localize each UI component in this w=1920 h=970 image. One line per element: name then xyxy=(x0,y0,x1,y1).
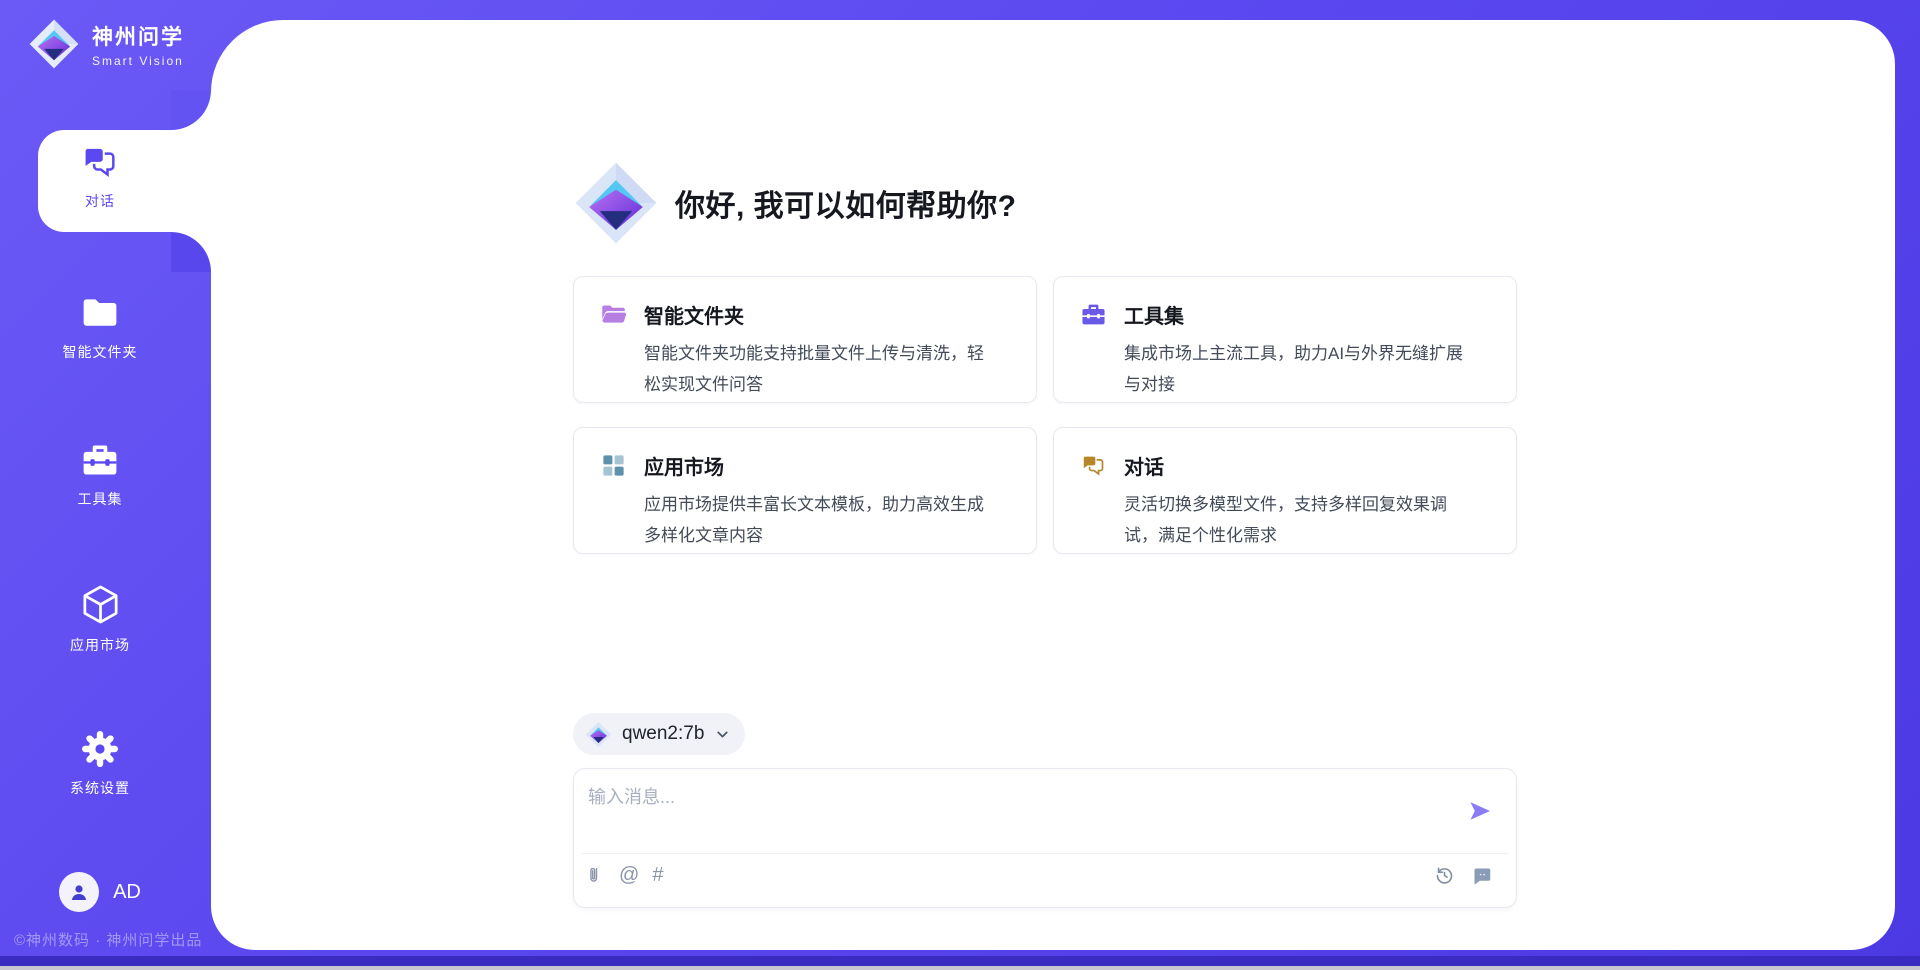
card-desc: 灵活切换多模型文件，支持多样回复效果调试，满足个性化需求 xyxy=(1124,489,1476,551)
card-app-market[interactable]: 应用市场 应用市场提供丰富长文本模板，助力高效生成多样化文章内容 xyxy=(573,427,1037,554)
active-tab-curve-top xyxy=(171,90,211,130)
brand-name: 神州问学 xyxy=(92,21,184,51)
card-toolset[interactable]: 工具集 集成市场上主流工具，助力AI与外界无缝扩展与对接 xyxy=(1053,276,1517,403)
feature-cards: 智能文件夹 智能文件夹功能支持批量文件上传与清洗，轻松实现文件问答 工具集 集成… xyxy=(573,276,1517,554)
model-name: qwen2:7b xyxy=(622,723,704,745)
message-composer: @ # xyxy=(573,768,1517,908)
folder-icon xyxy=(600,301,627,328)
cube-icon xyxy=(79,583,122,626)
mention-icon[interactable]: @ xyxy=(619,865,639,885)
bottom-band xyxy=(0,956,1920,966)
card-title: 应用市场 xyxy=(644,451,996,480)
sidebar: 神州问学 Smart Vision 对话 智能文件夹 工具集 xyxy=(0,0,211,970)
chat-bubble-icon[interactable] xyxy=(1471,865,1492,886)
toolbox-icon xyxy=(1080,301,1107,328)
card-title: 智能文件夹 xyxy=(644,300,996,329)
card-body: 应用市场 应用市场提供丰富长文本模板，助力高效生成多样化文章内容 xyxy=(644,451,996,530)
copyright-footer: ©神州数码 · 神州问学出品 xyxy=(14,929,202,950)
brand-logo: 神州问学 Smart Vision xyxy=(28,18,184,70)
history-icon[interactable] xyxy=(1434,865,1455,886)
composer-right-toolbar xyxy=(1434,865,1492,886)
avatar xyxy=(59,872,99,912)
greeting-block: 你好, 我可以如何帮助你? xyxy=(573,160,1017,246)
sidebar-item-label: 对话 xyxy=(85,191,115,211)
chat-icon xyxy=(80,142,120,182)
card-smart-folder[interactable]: 智能文件夹 智能文件夹功能支持批量文件上传与清洗，轻松实现文件问答 xyxy=(573,276,1037,403)
card-desc: 智能文件夹功能支持批量文件上传与清洗，轻松实现文件问答 xyxy=(644,338,996,400)
brand-text: 神州问学 Smart Vision xyxy=(92,21,184,68)
folder-icon xyxy=(80,293,120,333)
grid-icon xyxy=(600,452,627,479)
composer-divider xyxy=(582,853,1508,854)
sidebar-item-app-market[interactable]: 应用市场 xyxy=(38,583,162,655)
sidebar-item-label: 应用市场 xyxy=(70,635,130,655)
active-tab-curve-bottom xyxy=(171,232,211,272)
card-body: 工具集 集成市场上主流工具，助力AI与外界无缝扩展与对接 xyxy=(1124,300,1476,379)
sidebar-item-toolset[interactable]: 工具集 xyxy=(38,440,162,509)
chat-icon xyxy=(1080,452,1107,479)
sidebar-item-label: 系统设置 xyxy=(70,778,130,798)
card-body: 对话 灵活切换多模型文件，支持多样回复效果调试，满足个性化需求 xyxy=(1124,451,1476,530)
card-desc: 集成市场上主流工具，助力AI与外界无缝扩展与对接 xyxy=(1124,338,1476,400)
sidebar-item-chat[interactable]: 对话 xyxy=(38,142,162,211)
message-input[interactable] xyxy=(588,783,1418,841)
brand-gem-icon xyxy=(585,721,612,748)
content-column: 你好, 我可以如何帮助你? 智能文件夹 智能文件夹功能支持批量文件上传与清洗，轻… xyxy=(573,20,1517,950)
greeting-text: 你好, 我可以如何帮助你? xyxy=(675,181,1017,225)
card-chat[interactable]: 对话 灵活切换多模型文件，支持多样回复效果调试，满足个性化需求 xyxy=(1053,427,1517,554)
toolbox-icon xyxy=(80,440,120,480)
sidebar-item-smart-folder[interactable]: 智能文件夹 xyxy=(38,293,162,362)
send-icon[interactable] xyxy=(1468,799,1492,823)
brand-gem-icon xyxy=(573,160,659,246)
model-selector[interactable]: qwen2:7b xyxy=(573,713,745,755)
composer-toolbar: @ # xyxy=(587,865,663,885)
chevron-down-icon xyxy=(714,726,731,743)
sidebar-item-label: 工具集 xyxy=(78,489,123,509)
paperclip-icon[interactable] xyxy=(587,866,606,885)
main-panel: 你好, 我可以如何帮助你? 智能文件夹 智能文件夹功能支持批量文件上传与清洗，轻… xyxy=(211,20,1895,950)
sidebar-item-settings[interactable]: 系统设置 xyxy=(38,729,162,798)
user-name: AD xyxy=(113,881,141,904)
card-desc: 应用市场提供丰富长文本模板，助力高效生成多样化文章内容 xyxy=(644,489,996,551)
brand-subtitle: Smart Vision xyxy=(92,54,184,68)
horizontal-scrollbar[interactable] xyxy=(0,966,1920,970)
card-title: 对话 xyxy=(1124,451,1476,480)
card-body: 智能文件夹 智能文件夹功能支持批量文件上传与清洗，轻松实现文件问答 xyxy=(644,300,996,379)
person-icon xyxy=(67,880,91,904)
card-title: 工具集 xyxy=(1124,300,1476,329)
hashtag-icon[interactable]: # xyxy=(652,865,663,885)
user-profile[interactable]: AD xyxy=(38,872,162,912)
sidebar-item-label: 智能文件夹 xyxy=(63,342,138,362)
brand-gem-icon xyxy=(28,18,80,70)
gear-icon xyxy=(80,729,120,769)
